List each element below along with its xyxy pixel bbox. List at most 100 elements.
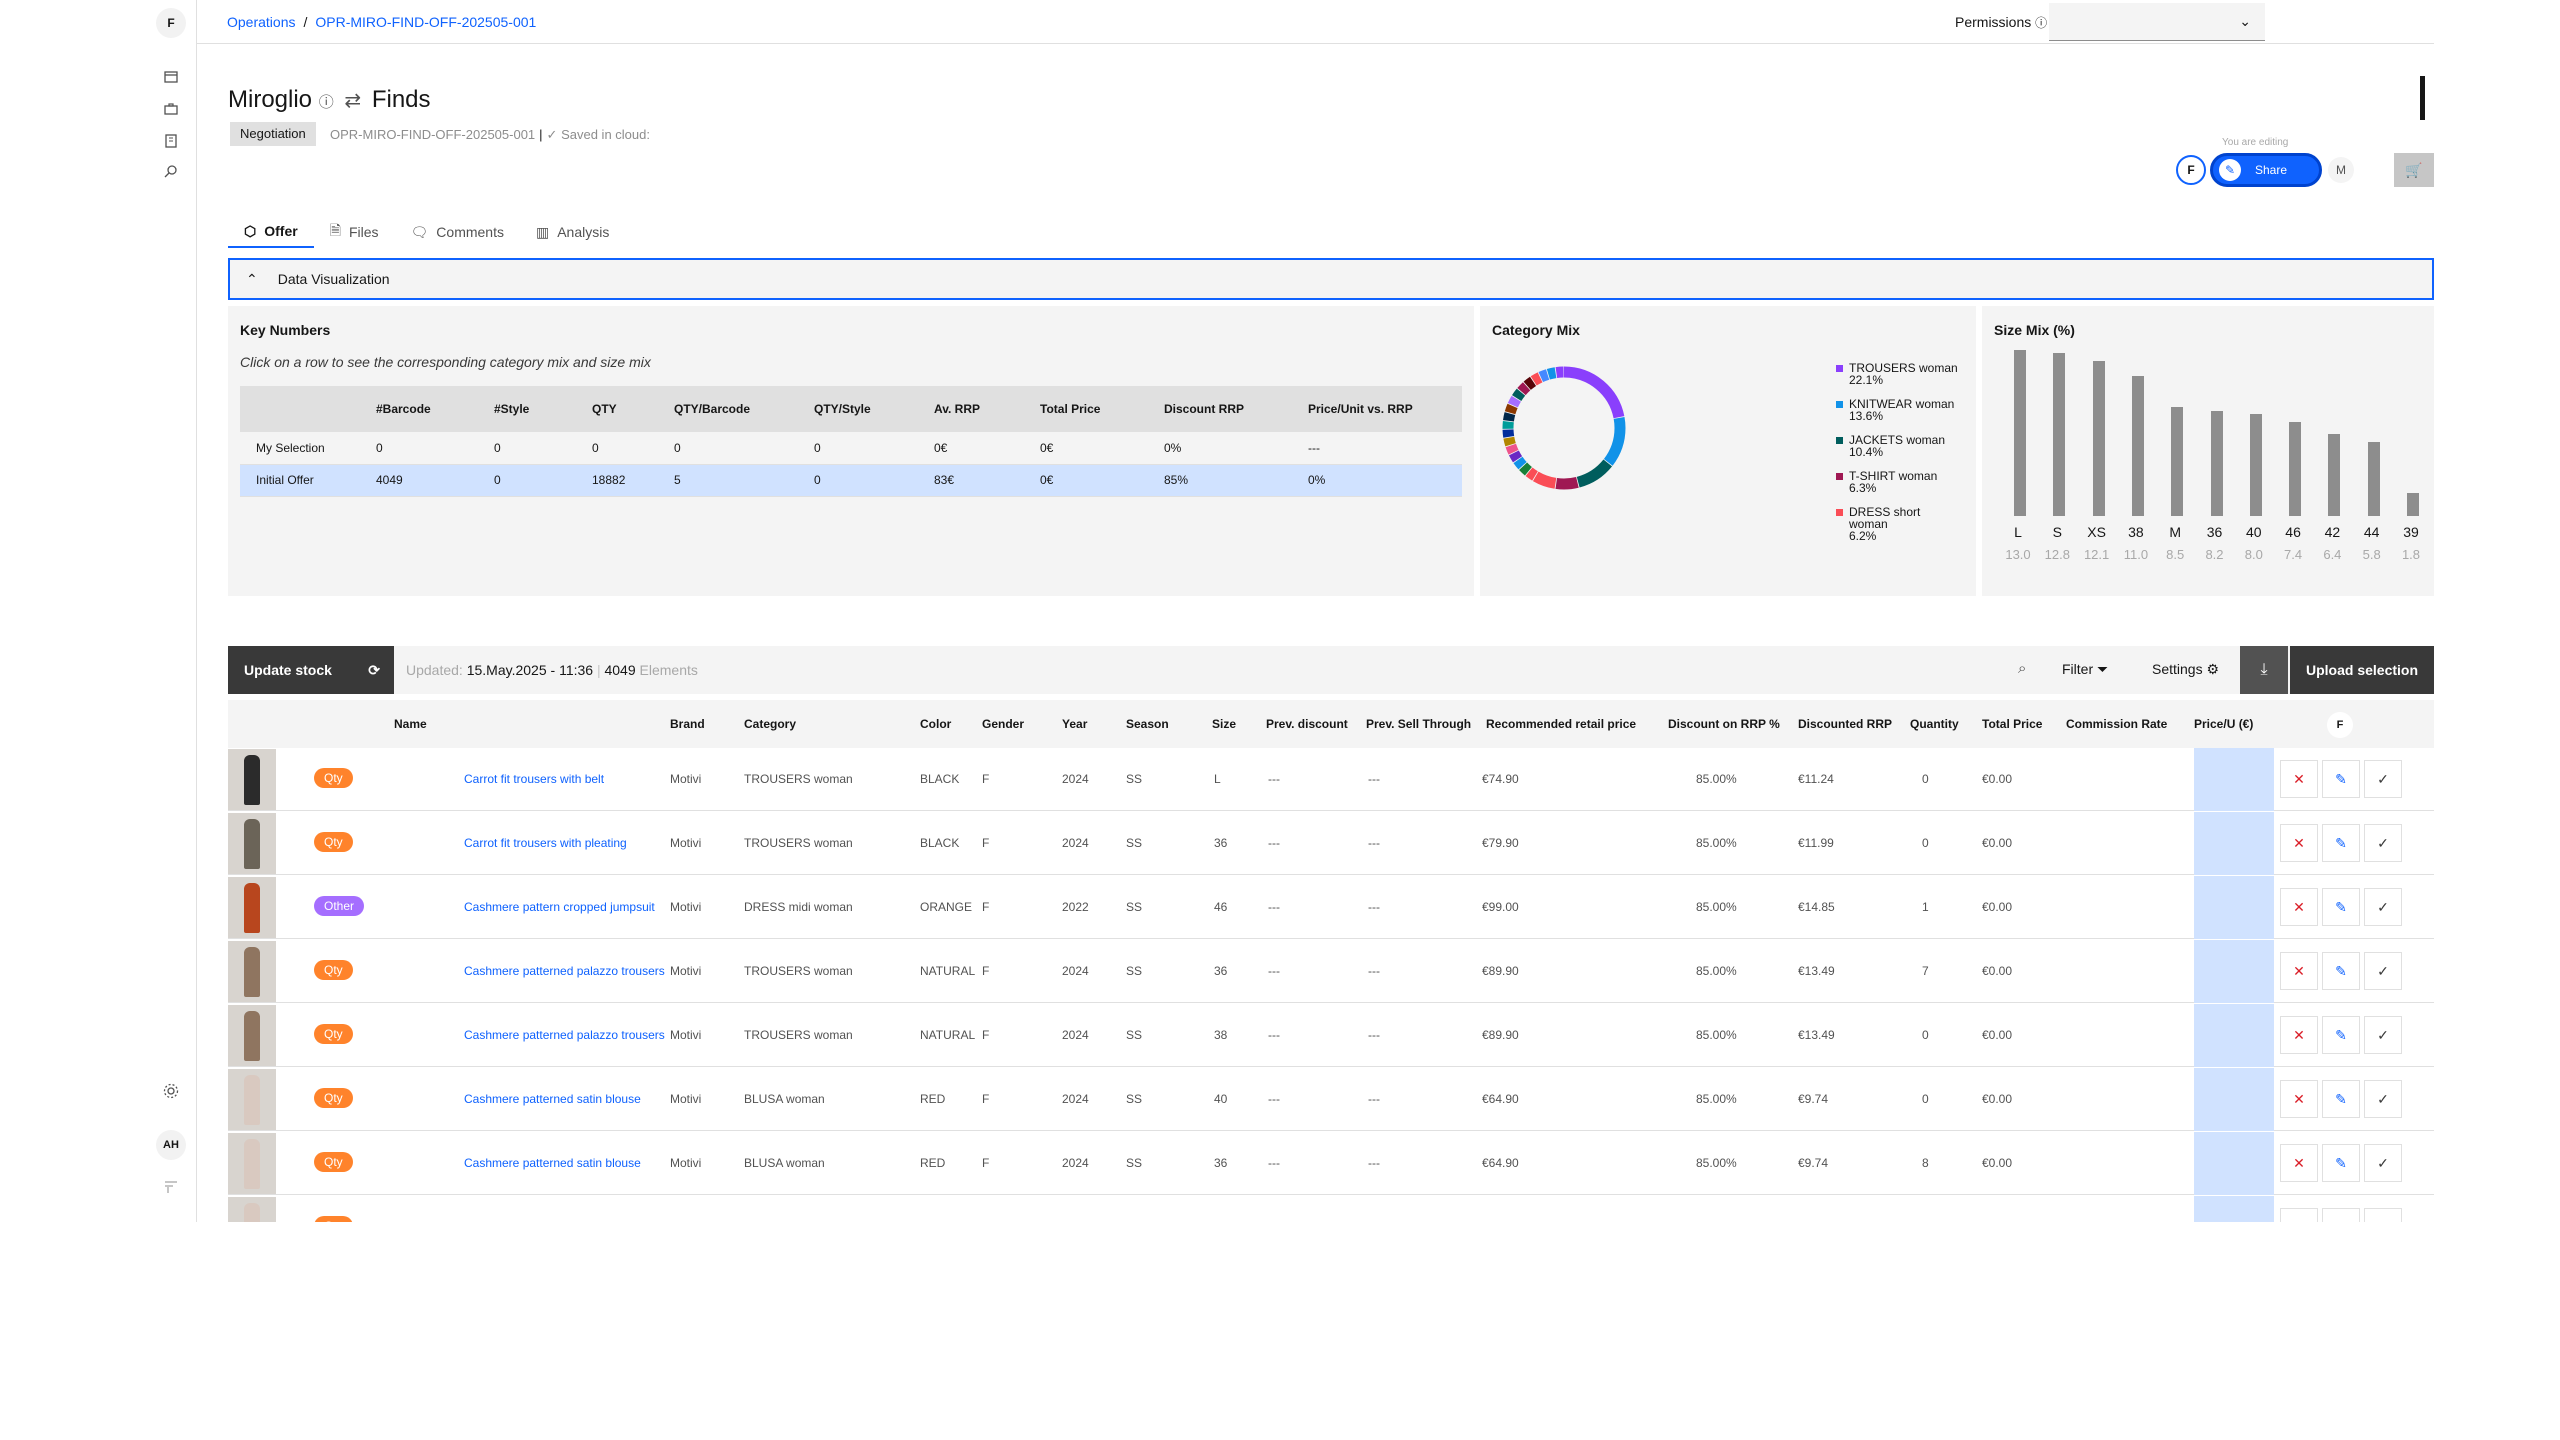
accept-button[interactable]: ✓ — [2364, 952, 2402, 990]
table-row[interactable]: Qty Cashmere patterned palazzo trousers Mo… — [228, 940, 2434, 1003]
column-header-brand[interactable]: Brand — [670, 717, 705, 731]
table-row[interactable]: Qty Cashmere patterned palazzo trousers Mo… — [228, 1004, 2434, 1067]
product-thumbnail[interactable] — [228, 1069, 276, 1130]
reject-button[interactable]: ✕ — [2280, 1208, 2318, 1222]
price-unit-input[interactable] — [2194, 1004, 2274, 1067]
column-header-season[interactable]: Season — [1126, 717, 1169, 731]
edit-button[interactable]: ✎ — [2322, 1208, 2360, 1222]
size-bar-group[interactable]: M — [2155, 346, 2195, 576]
price-unit-input[interactable] — [2194, 1196, 2274, 1222]
column-header-discounted-rrp[interactable]: Discounted RRP — [1798, 717, 1892, 731]
column-header-quantity[interactable]: Quantity — [1910, 717, 1959, 731]
size-bar[interactable] — [2249, 414, 2262, 516]
filter-button[interactable]: Filter ⏷ — [2062, 661, 2108, 678]
tab-comments[interactable]: 🗨 Comments — [395, 216, 520, 248]
settings-button[interactable]: Settings ⚙ — [2152, 661, 2219, 678]
column-header-color[interactable]: Color — [920, 717, 951, 731]
column-header-prev-discount[interactable]: Prev. discount — [1266, 717, 1348, 731]
table-row[interactable]: Other Cashmere pattern cropped jumpsuit Mo… — [228, 876, 2434, 939]
size-bar[interactable] — [2131, 376, 2144, 516]
breadcrumb-offer[interactable]: OPR-MIRO-FIND-OFF-202505-001 — [315, 14, 536, 30]
reject-button[interactable]: ✕ — [2280, 760, 2318, 798]
edit-button[interactable]: ✎ — [2322, 1144, 2360, 1182]
product-thumbnail[interactable] — [228, 1005, 276, 1066]
reject-button[interactable]: ✕ — [2280, 888, 2318, 926]
search-icon[interactable]: ⌕ — [2018, 660, 2026, 677]
collaborator-avatar[interactable]: M — [2328, 157, 2354, 183]
product-thumbnail[interactable] — [228, 941, 276, 1002]
legend-item[interactable]: TROUSERS woman 22.1% — [1836, 362, 1961, 386]
product-name-link[interactable]: Cashmere patterned satin blouse — [464, 1156, 641, 1170]
search-person-icon[interactable] — [162, 162, 180, 180]
edit-button[interactable]: ✎ — [2322, 888, 2360, 926]
user-avatar[interactable]: AH — [156, 1130, 186, 1160]
permissions-select[interactable]: ⌄ — [2049, 3, 2265, 41]
update-stock-button[interactable]: Update stock ⟳ — [228, 646, 394, 694]
accept-button[interactable]: ✓ — [2364, 1144, 2402, 1182]
accept-button[interactable]: ✓ — [2364, 888, 2402, 926]
collaborator-avatar[interactable]: F — [2176, 155, 2206, 185]
size-bar[interactable] — [2014, 350, 2026, 516]
legend-item[interactable]: JACKETS woman 10.4% — [1836, 434, 1961, 458]
size-bar-group[interactable]: 44 — [2352, 346, 2392, 576]
upload-selection-button[interactable]: Upload selection — [2290, 646, 2434, 694]
column-header-name[interactable]: Name — [394, 717, 427, 731]
reject-button[interactable]: ✕ — [2280, 1144, 2318, 1182]
price-unit-input[interactable] — [2194, 812, 2274, 875]
reject-button[interactable]: ✕ — [2280, 1080, 2318, 1118]
workspace-avatar[interactable]: F — [156, 8, 186, 38]
key-numbers-row[interactable]: My Selection 0 0 0 0 0 0€ 0€ 0% --- — [240, 432, 1462, 465]
accept-button[interactable]: ✓ — [2364, 824, 2402, 862]
catalog-icon[interactable] — [162, 68, 180, 86]
table-row[interactable]: Qty Cashmere patterned satin blouse Motivi… — [228, 1132, 2434, 1195]
accept-button[interactable]: ✓ — [2364, 1208, 2402, 1222]
table-row[interactable]: Qty Cashmere patterned satin blouse Motivi… — [228, 1068, 2434, 1131]
info-icon[interactable]: ⓘ — [319, 94, 334, 111]
legend-item[interactable]: DRESS short woman 6.2% — [1836, 506, 1961, 542]
size-bar[interactable] — [2289, 422, 2302, 516]
product-name-link[interactable]: Cashmere patterned satin blouse — [464, 1092, 641, 1106]
breadcrumb-operations[interactable]: Operations — [227, 14, 295, 30]
accept-button[interactable]: ✓ — [2364, 1080, 2402, 1118]
product-thumbnail[interactable] — [228, 1133, 276, 1194]
price-unit-input[interactable] — [2194, 940, 2274, 1003]
size-bar[interactable] — [2367, 442, 2380, 516]
price-unit-input[interactable] — [2194, 1132, 2274, 1195]
edit-button[interactable]: ✎ — [2322, 952, 2360, 990]
size-bar[interactable] — [2210, 411, 2223, 516]
column-header-total-price[interactable]: Total Price — [1982, 717, 2042, 731]
cart-button[interactable]: 🛒 — [2394, 153, 2434, 187]
size-bar[interactable] — [2328, 434, 2341, 516]
edit-button[interactable]: ✎ — [2322, 824, 2360, 862]
price-unit-input[interactable] — [2194, 748, 2274, 811]
column-header-year[interactable]: Year — [1062, 717, 1087, 731]
product-thumbnail[interactable] — [228, 877, 276, 938]
size-bar-group[interactable]: 39 — [2391, 346, 2431, 576]
key-numbers-row-selected[interactable]: Initial Offer 4049 0 18882 5 0 83€ 0€ 85… — [240, 464, 1462, 497]
building-icon[interactable] — [162, 132, 180, 150]
reject-button[interactable]: ✕ — [2280, 952, 2318, 990]
size-bar-group[interactable]: XS — [2077, 346, 2117, 576]
size-bar-group[interactable]: L — [1998, 346, 2038, 576]
tab-analysis[interactable]: ▥ Analysis — [520, 216, 625, 248]
reject-button[interactable]: ✕ — [2280, 824, 2318, 862]
size-bar-group[interactable]: S — [2037, 346, 2077, 576]
size-bar-group[interactable]: 42 — [2312, 346, 2352, 576]
accept-button[interactable]: ✓ — [2364, 760, 2402, 798]
product-thumbnail[interactable] — [228, 813, 276, 874]
table-row[interactable]: Qty Carrot fit trousers with pleating Moti… — [228, 812, 2434, 875]
size-bar-group[interactable]: 40 — [2234, 346, 2274, 576]
edit-button[interactable]: ✎ — [2322, 760, 2360, 798]
column-header-rrp[interactable]: Recommended retail price — [1486, 717, 1636, 731]
share-button[interactable]: ✎ Share — [2210, 153, 2322, 187]
edit-button[interactable]: ✎ — [2322, 1080, 2360, 1118]
product-thumbnail[interactable] — [228, 1197, 276, 1222]
table-row[interactable]: Qty ✕ ✎ ✓ — [228, 1196, 2434, 1222]
product-name-link[interactable]: Cashmere patterned palazzo trousers — [464, 1028, 665, 1042]
table-row[interactable]: Qty Carrot fit trousers with belt Motivi TR… — [228, 748, 2434, 811]
column-header-gender[interactable]: Gender — [982, 717, 1024, 731]
tab-files[interactable]: 🗎 Files — [314, 216, 395, 248]
column-header-category[interactable]: Category — [744, 717, 796, 731]
column-header-discount-rrp[interactable]: Discount on RRP % — [1668, 717, 1780, 731]
download-button[interactable]: ⤓ — [2240, 646, 2288, 694]
